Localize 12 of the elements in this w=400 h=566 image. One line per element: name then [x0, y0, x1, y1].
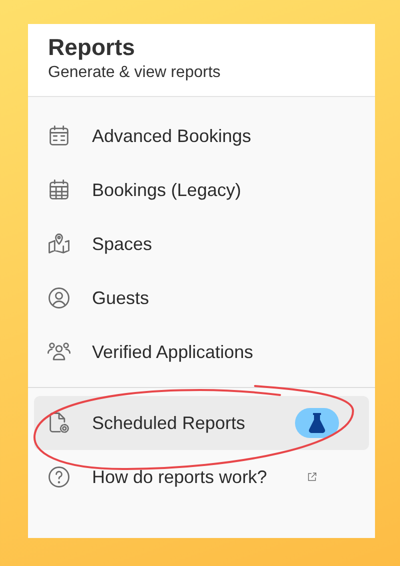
panel-title: Reports: [48, 34, 136, 61]
menu-item[interactable]: Verified Applications: [34, 325, 369, 379]
panel-subtitle: Generate & view reports: [48, 64, 222, 82]
user-circle-icon: [46, 285, 72, 311]
menu-item[interactable]: Bookings (Legacy): [34, 163, 369, 217]
flask-badge: [295, 408, 339, 438]
menu-item[interactable]: Spaces: [34, 217, 369, 271]
menu-item[interactable]: Guests: [34, 271, 369, 325]
menu-item[interactable]: How do reports work?: [34, 450, 369, 504]
menu-item[interactable]: Advanced Bookings: [34, 109, 369, 163]
menu-item[interactable]: Scheduled Reports: [34, 396, 369, 450]
help-icon: [46, 464, 72, 490]
